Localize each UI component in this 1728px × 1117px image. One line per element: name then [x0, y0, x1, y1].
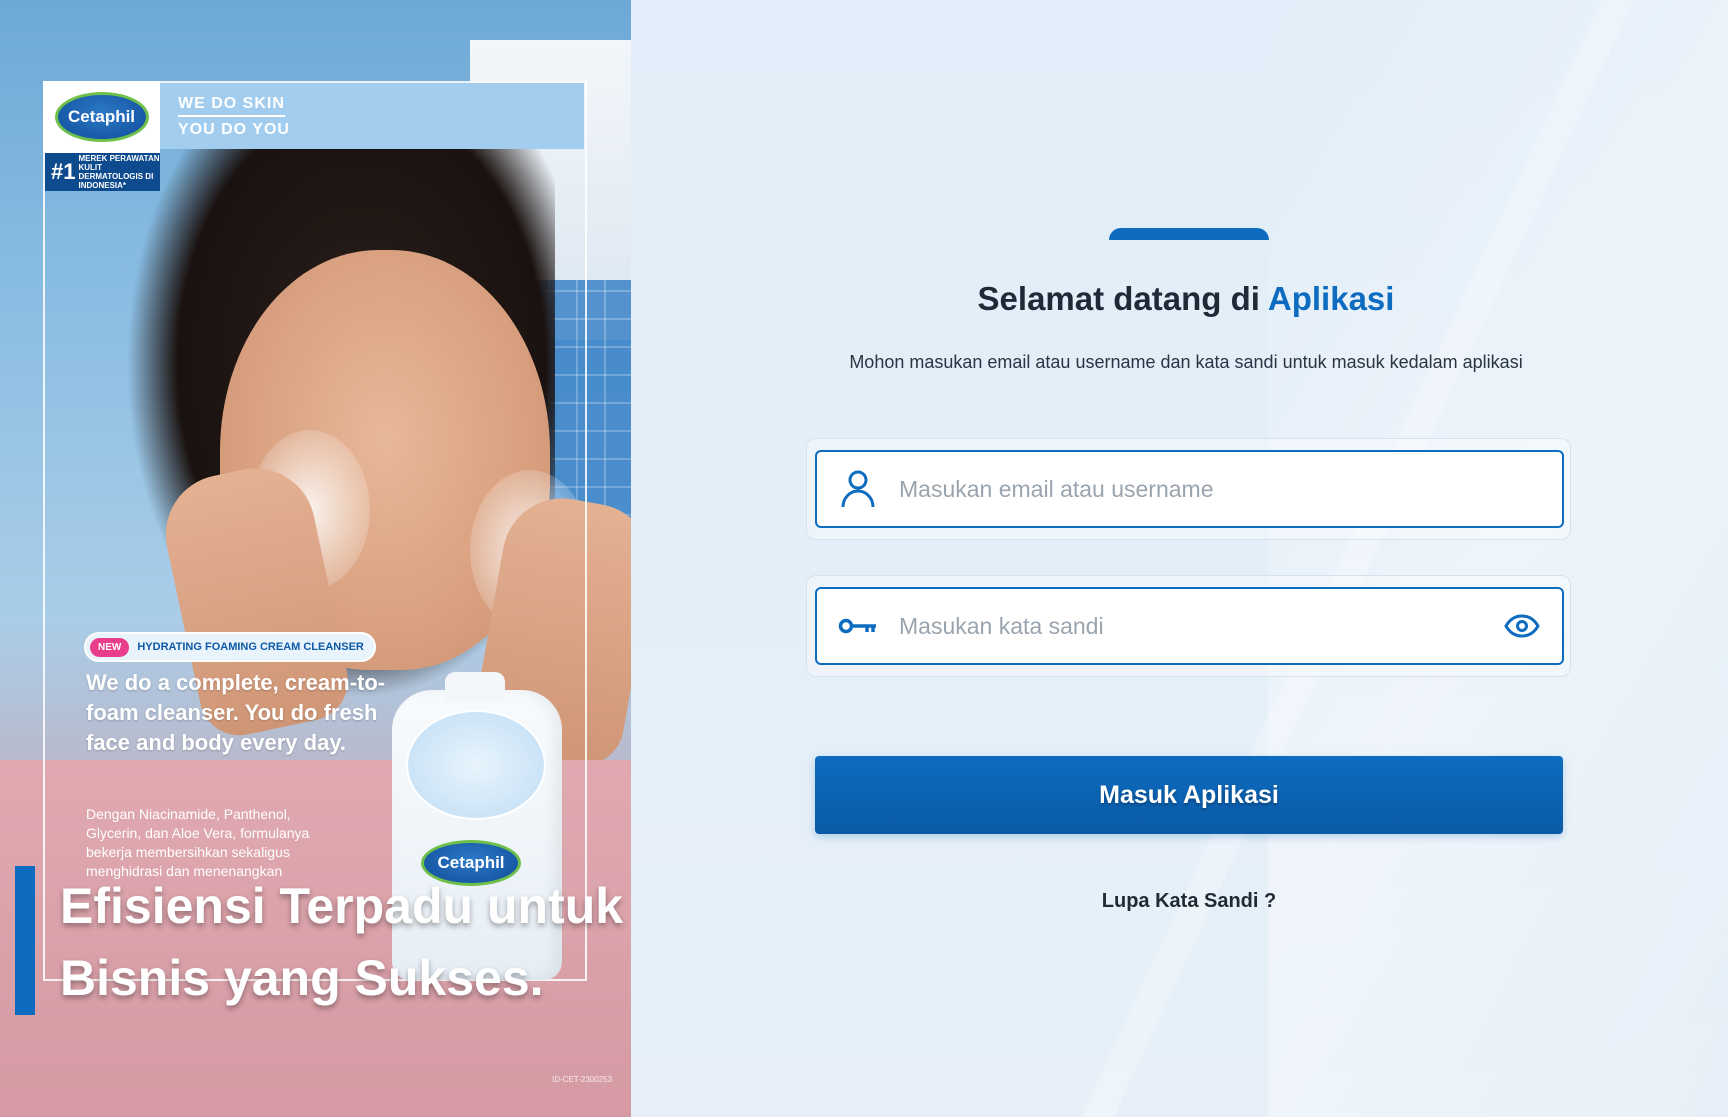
email-field-wrapper [806, 438, 1571, 540]
tagline-line-1: WE DO SKIN [178, 95, 285, 117]
bottle-pump [445, 672, 505, 702]
email-input[interactable] [899, 452, 1562, 526]
eye-icon[interactable] [1482, 614, 1562, 638]
ad-code: ID-CET-2300253 [552, 1075, 613, 1084]
product-name: HYDRATING FOAMING CREAM CLEANSER [137, 641, 364, 653]
key-icon [817, 616, 899, 636]
page-subtitle: Mohon masukan email atau username dan ka… [849, 352, 1523, 372]
title-prefix: Selamat datang di [977, 280, 1260, 317]
hero-title-line-2: Bisnis yang Sukses. [60, 950, 544, 1006]
panel-sheen [1268, 0, 1728, 1117]
password-field-wrapper [806, 575, 1571, 677]
hero-banner: Cetaphil WE DO SKIN YOU DO YOU #1 MEREK … [0, 0, 631, 1117]
product-pill: NEW HYDRATING FOAMING CREAM CLEANSER [84, 632, 376, 662]
rank-badge: #1 MEREK PERAWATAN KULIT DERMATOLOGIS DI… [45, 153, 160, 191]
tagline-line-2: YOU DO YOU [178, 121, 290, 138]
hero-title: Efisiensi Terpadu untuk Bisnis yang Suks… [60, 870, 630, 1014]
title-accent: Aplikasi [1267, 280, 1395, 317]
rank-number: #1 [51, 159, 76, 184]
login-panel [631, 0, 1728, 1117]
password-input[interactable] [899, 589, 1482, 663]
user-icon [817, 469, 899, 509]
brand-logo-box: Cetaphil [43, 81, 160, 153]
forgot-password-link[interactable]: Lupa Kata Sandi ? [1039, 890, 1339, 913]
bottle-label-bubble [406, 710, 546, 820]
email-field[interactable] [815, 450, 1564, 528]
brand-logo: Cetaphil [54, 92, 149, 142]
login-button[interactable]: Masuk Aplikasi [815, 756, 1563, 834]
brand-tagline: WE DO SKIN YOU DO YOU [160, 83, 584, 149]
product-headline: We do a complete, cream-to-foam cleanser… [86, 670, 386, 755]
hero-accent-bar [15, 866, 35, 1015]
hero-title-line-1: Efisiensi Terpadu untuk [60, 878, 624, 934]
page-title: Selamat datang di Aplikasi [806, 280, 1566, 318]
password-field[interactable] [815, 587, 1564, 665]
form-top-accent [1109, 228, 1269, 240]
rank-text: MEREK PERAWATAN KULIT DERMATOLOGIS DI IN… [78, 154, 160, 190]
new-badge: NEW [90, 637, 130, 657]
